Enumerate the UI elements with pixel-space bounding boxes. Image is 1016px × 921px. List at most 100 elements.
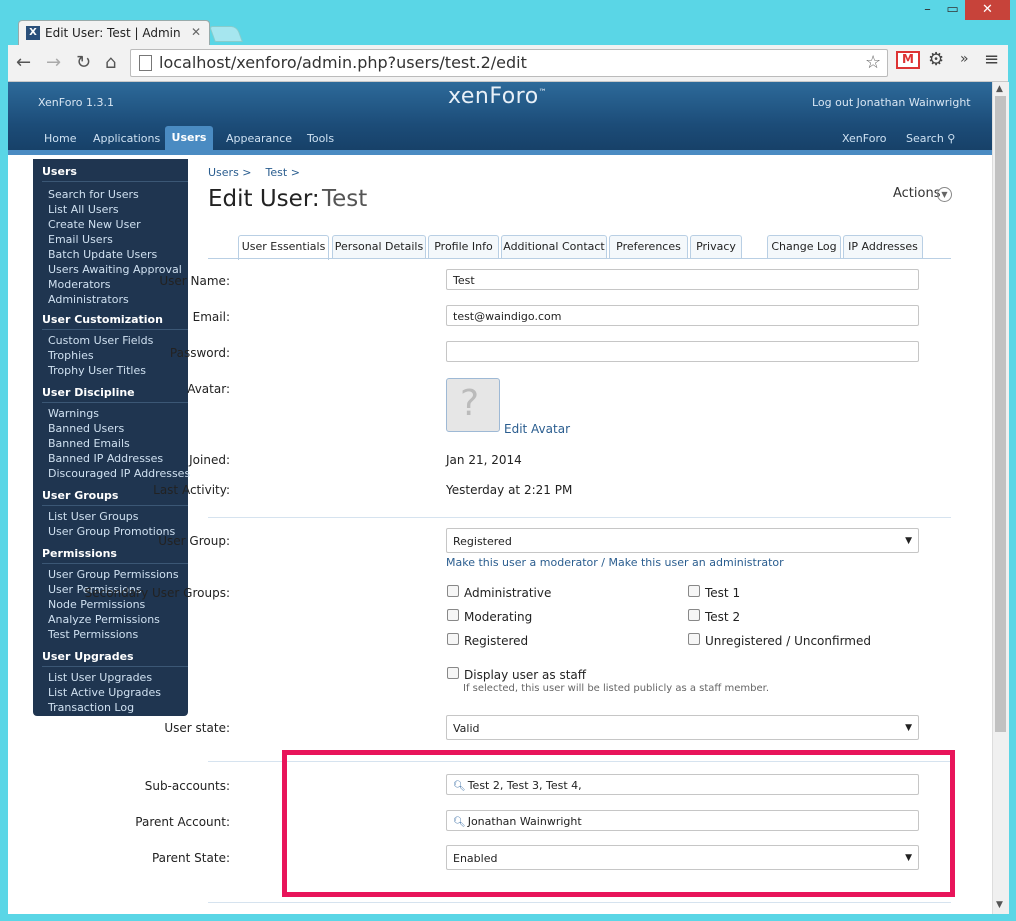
- password-label: Password:: [169, 346, 230, 360]
- username-label: User Name:: [159, 274, 230, 288]
- scroll-up-icon[interactable]: ▲: [996, 84, 1003, 94]
- sidebar-item-analyze-permissions[interactable]: Analyze Permissions: [48, 613, 160, 626]
- sidebar-item-banned-emails[interactable]: Banned Emails: [48, 437, 130, 450]
- tab-applications[interactable]: Applications: [93, 132, 160, 145]
- nav-xenforo-link[interactable]: XenForo: [842, 132, 886, 145]
- link-separator: /: [601, 556, 606, 569]
- chevron-right-icon[interactable]: »: [960, 51, 969, 67]
- chevron-down-icon[interactable]: ▼: [937, 187, 952, 202]
- minimize-icon[interactable]: –: [915, 0, 940, 20]
- sidebar-item-batch-update[interactable]: Batch Update Users: [48, 248, 157, 261]
- sidebar-item-banned-users[interactable]: Banned Users: [48, 422, 124, 435]
- maximize-icon[interactable]: ▭: [940, 0, 965, 20]
- tab-users[interactable]: Users: [165, 126, 213, 150]
- email-label: Email:: [192, 310, 230, 324]
- browser-tab[interactable]: X Edit User: Test | Admin CP ✕: [18, 20, 210, 46]
- display-staff-hint: If selected, this user will be listed pu…: [463, 683, 769, 694]
- email-field[interactable]: test@waindigo.com: [446, 305, 919, 326]
- sidebar-item-group-permissions[interactable]: User Group Permissions: [48, 568, 179, 581]
- sidebar-item-warnings[interactable]: Warnings: [48, 407, 99, 420]
- sidebar-item-test-permissions[interactable]: Test Permissions: [48, 628, 138, 641]
- tab-appearance[interactable]: Appearance: [226, 132, 292, 145]
- tab-additional-contact[interactable]: Additional Contact: [501, 235, 607, 258]
- tab-privacy[interactable]: Privacy: [690, 235, 742, 258]
- sidebar-item-search-users[interactable]: Search for Users: [48, 188, 139, 201]
- address-bar[interactable]: localhost/xenforo/admin.php?users/test.2…: [130, 49, 888, 77]
- actions-menu[interactable]: Actions: [893, 186, 941, 201]
- avatar[interactable]: ?: [446, 378, 500, 432]
- star-icon[interactable]: ☆: [865, 52, 881, 73]
- tab-title: Edit User: Test | Admin CP: [45, 26, 185, 40]
- last-activity-label: Last Activity:: [153, 483, 230, 497]
- gmail-icon[interactable]: M: [896, 51, 920, 69]
- make-moderator-link[interactable]: Make this user a moderator: [446, 556, 598, 569]
- user-group-select[interactable]: Registered ▼: [446, 528, 919, 553]
- checkbox-test-2[interactable]: [688, 609, 700, 621]
- reload-icon[interactable]: ↻: [76, 52, 91, 73]
- sidebar-item-list-upgrades[interactable]: List User Upgrades: [48, 671, 152, 684]
- user-state-select[interactable]: Valid ▼: [446, 715, 919, 740]
- tab-user-essentials[interactable]: User Essentials: [238, 235, 329, 260]
- close-window-icon[interactable]: ✕: [965, 0, 1010, 20]
- tab-personal-details[interactable]: Personal Details: [332, 235, 426, 258]
- tab-tools[interactable]: Tools: [307, 132, 334, 145]
- make-admin-link[interactable]: Make this user an administrator: [609, 556, 784, 569]
- browser-tab-bar: X Edit User: Test | Admin CP ✕ – ▭ ✕: [0, 0, 1016, 46]
- divider: [42, 402, 188, 403]
- breadcrumb-users[interactable]: Users >: [208, 166, 252, 179]
- checkbox-label: Test 1: [705, 586, 741, 600]
- checkbox-unregistered[interactable]: [688, 633, 700, 645]
- scroll-thumb[interactable]: [995, 96, 1006, 732]
- main-nav: Home Applications Users Appearance Tools…: [8, 126, 992, 150]
- breadcrumb-test[interactable]: Test >: [266, 166, 300, 179]
- tab-profile-info[interactable]: Profile Info: [428, 235, 499, 258]
- divider: [42, 563, 188, 564]
- nav-subbar: [8, 150, 992, 155]
- role-links: Make this user a moderator / Make this u…: [446, 556, 784, 569]
- joined-label: Joined:: [189, 453, 230, 467]
- tab-home[interactable]: Home: [44, 132, 76, 145]
- page-icon: [139, 55, 152, 71]
- gear-icon[interactable]: ⚙: [928, 49, 944, 70]
- menu-icon[interactable]: ≡: [984, 49, 999, 70]
- checkbox-display-staff[interactable]: [447, 667, 459, 679]
- sidebar-item-email-users[interactable]: Email Users: [48, 233, 113, 246]
- home-icon[interactable]: ⌂: [105, 52, 116, 73]
- page-title: Edit User:: [208, 186, 320, 212]
- new-tab-button[interactable]: [209, 26, 243, 42]
- scrollbar[interactable]: ▲ ▼: [992, 82, 1009, 914]
- checkbox-administrative[interactable]: [447, 585, 459, 597]
- sidebar-item-trophy-titles[interactable]: Trophy User Titles: [48, 364, 146, 377]
- sidebar-item-list-all-users[interactable]: List All Users: [48, 203, 119, 216]
- sidebar: Users Search for Users List All Users Cr…: [33, 159, 190, 716]
- sidebar-item-discouraged-ips[interactable]: Discouraged IP Addresses: [48, 467, 190, 480]
- version-label: XenForo 1.3.1: [38, 96, 114, 109]
- tab-close-icon[interactable]: ✕: [191, 25, 201, 39]
- checkbox-registered[interactable]: [447, 633, 459, 645]
- checkbox-test-1[interactable]: [688, 585, 700, 597]
- secondary-groups-label: Secondary User Groups:: [84, 586, 230, 600]
- nav-search-link[interactable]: Search ⚲: [906, 132, 955, 145]
- sidebar-item-active-upgrades[interactable]: List Active Upgrades: [48, 686, 161, 699]
- edit-avatar-link[interactable]: Edit Avatar: [504, 422, 570, 436]
- user-group-label: User Group:: [158, 534, 230, 548]
- page-title-username: Test: [322, 186, 368, 212]
- tabs-underline: [208, 258, 951, 259]
- sidebar-item-list-user-groups[interactable]: List User Groups: [48, 510, 139, 523]
- back-icon[interactable]: ←: [16, 52, 31, 73]
- sidebar-item-administrators[interactable]: Administrators: [48, 293, 129, 306]
- sidebar-item-create-user[interactable]: Create New User: [48, 218, 141, 231]
- scroll-down-icon[interactable]: ▼: [996, 900, 1003, 910]
- logout-link[interactable]: Log out Jonathan Wainwright: [812, 96, 971, 109]
- username-field[interactable]: Test: [446, 269, 919, 290]
- tab-preferences[interactable]: Preferences: [609, 235, 688, 258]
- tab-change-log[interactable]: Change Log: [767, 235, 841, 258]
- checkbox-moderating[interactable]: [447, 609, 459, 621]
- tab-ip-addresses[interactable]: IP Addresses: [843, 235, 923, 258]
- forward-icon[interactable]: →: [46, 52, 61, 73]
- sidebar-item-transaction-log[interactable]: Transaction Log: [48, 701, 134, 714]
- password-field[interactable]: [446, 341, 919, 362]
- checkbox-label: Registered: [464, 634, 529, 648]
- xenforo-logo[interactable]: xenForo™: [448, 84, 547, 109]
- avatar-label: Avatar:: [187, 382, 230, 396]
